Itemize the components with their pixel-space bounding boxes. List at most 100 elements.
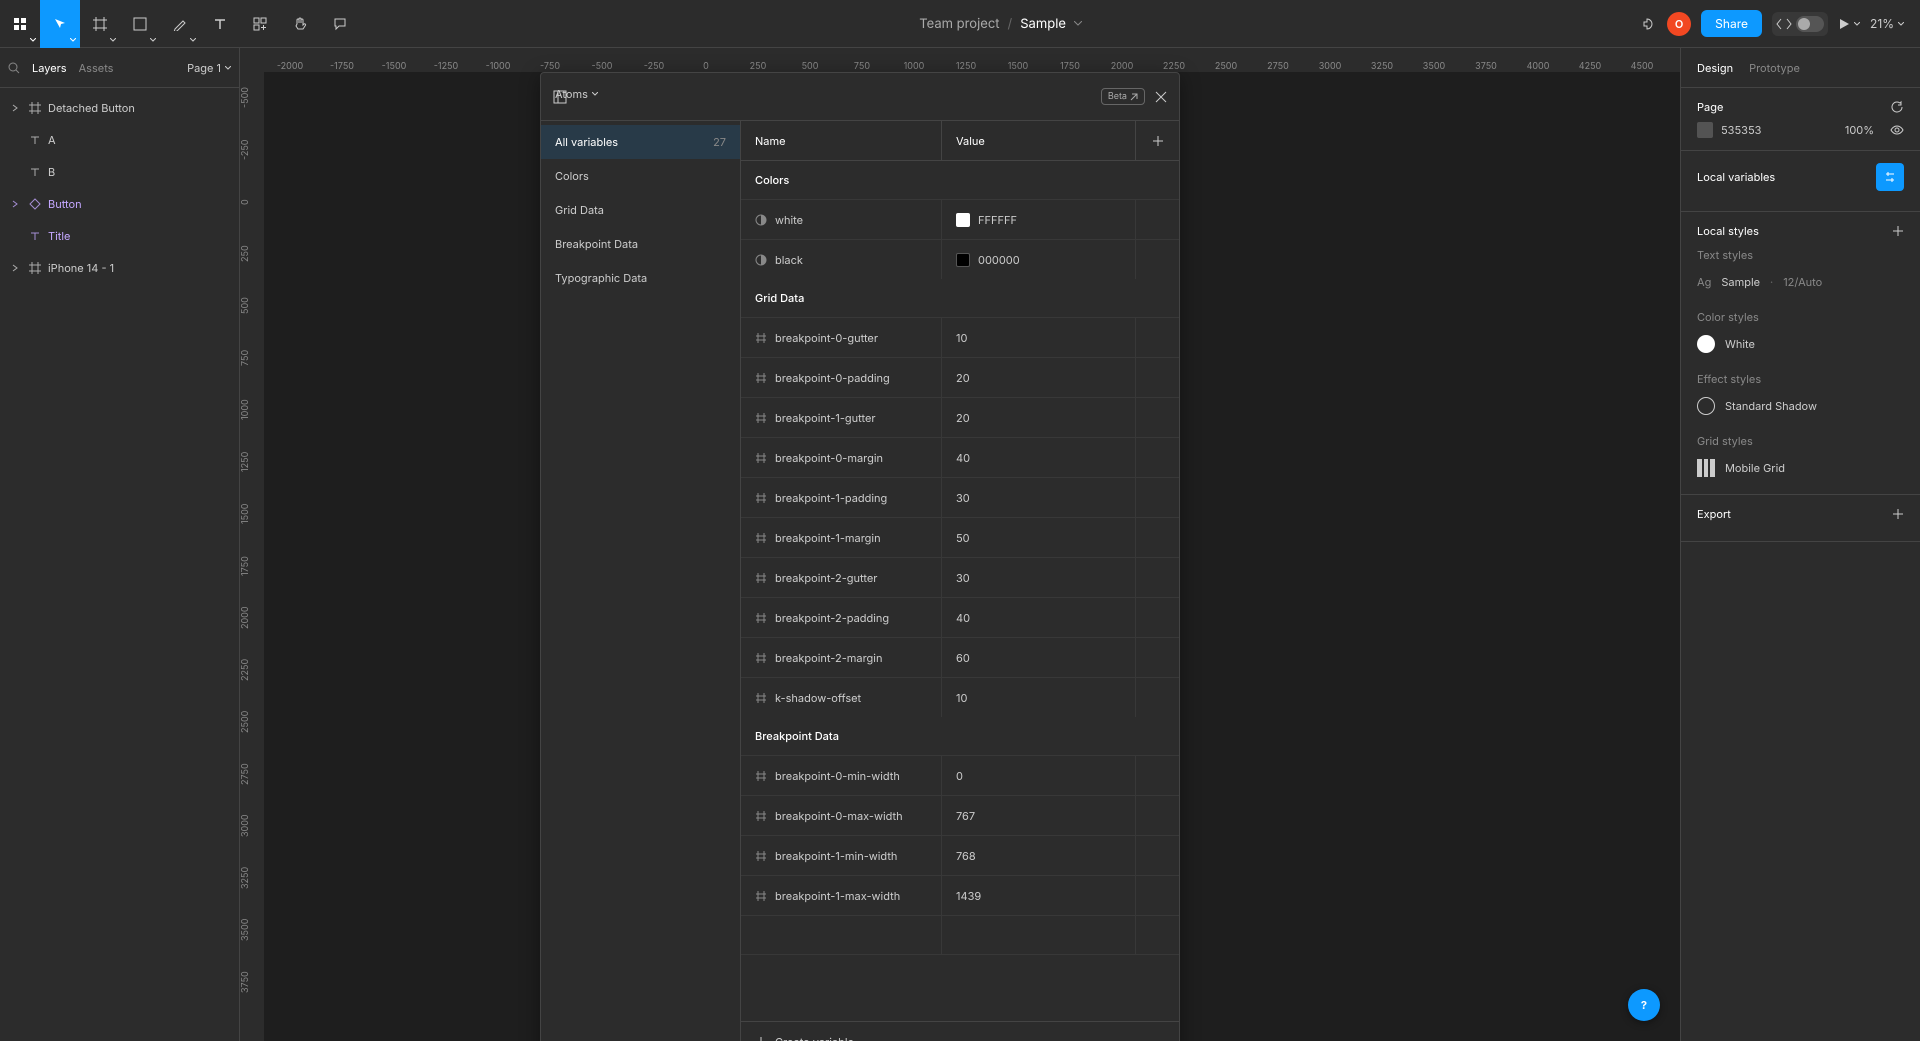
chevron-down-icon[interactable] xyxy=(1074,21,1082,26)
dev-mode-toggle[interactable] xyxy=(1772,12,1828,36)
help-button[interactable]: ? xyxy=(1628,989,1660,1021)
zoom-level[interactable]: 21% xyxy=(1870,16,1904,31)
variable-row[interactable]: breakpoint-0-margin40 xyxy=(741,437,1179,477)
variable-row[interactable]: breakpoint-0-padding20 xyxy=(741,357,1179,397)
page-bg-opacity[interactable]: 100% xyxy=(1845,123,1874,137)
variable-group-item[interactable]: Colors xyxy=(541,159,740,193)
export-label: Export xyxy=(1697,507,1731,521)
beta-badge[interactable]: Beta xyxy=(1101,88,1145,105)
layer-type-icon xyxy=(28,165,42,179)
variable-row[interactable]: breakpoint-1-max-width1439 xyxy=(741,875,1179,915)
layer-label: B xyxy=(48,165,55,179)
tab-layers[interactable]: Layers xyxy=(32,61,67,75)
add-export-button[interactable] xyxy=(1892,508,1904,520)
tab-prototype[interactable]: Prototype xyxy=(1749,61,1800,75)
layer-label: Title xyxy=(48,229,70,243)
page-selector[interactable]: Page 1 xyxy=(187,61,231,75)
collection-selector[interactable]: Atoms xyxy=(555,87,598,101)
resources-tool[interactable] xyxy=(240,0,280,48)
present-button[interactable] xyxy=(1838,18,1860,30)
layer-row[interactable]: B xyxy=(0,156,239,188)
variable-value: 20 xyxy=(956,371,970,385)
variable-row[interactable]: breakpoint-1-margin50 xyxy=(741,517,1179,557)
chevron-right-icon xyxy=(8,261,22,275)
variable-row[interactable]: breakpoint-0-min-width0 xyxy=(741,755,1179,795)
variable-group-item[interactable]: All variables27 xyxy=(541,125,740,159)
variable-row[interactable]: breakpoint-2-margin60 xyxy=(741,637,1179,677)
layer-label: Detached Button xyxy=(48,101,135,115)
variable-group-item[interactable]: Grid Data xyxy=(541,193,740,227)
layer-row[interactable]: Detached Button xyxy=(0,92,239,124)
shape-tool[interactable] xyxy=(120,0,160,48)
chevron-down-icon xyxy=(70,38,76,42)
variable-value: 10 xyxy=(956,691,967,705)
ruler-corner xyxy=(240,48,264,72)
variable-name: k-shadow-offset xyxy=(775,691,861,705)
number-type-icon xyxy=(755,572,767,584)
variable-row[interactable]: breakpoint-0-gutter10 xyxy=(741,317,1179,357)
pen-tool[interactable] xyxy=(160,0,200,48)
page-bg-swatch[interactable] xyxy=(1697,122,1713,138)
color-style-item[interactable]: White xyxy=(1697,330,1904,358)
chevron-down-icon xyxy=(190,38,196,42)
layer-row[interactable]: iPhone 14 - 1 xyxy=(0,252,239,284)
text-tool[interactable] xyxy=(200,0,240,48)
tab-assets[interactable]: Assets xyxy=(79,61,114,75)
number-type-icon xyxy=(755,412,767,424)
effect-style-item[interactable]: Standard Shadow xyxy=(1697,392,1904,420)
frame-tool[interactable] xyxy=(80,0,120,48)
variable-row[interactable]: breakpoint-0-max-width767 xyxy=(741,795,1179,835)
variable-group-item[interactable]: Breakpoint Data xyxy=(541,227,740,261)
layer-row[interactable]: A xyxy=(0,124,239,156)
variable-name: breakpoint-2-gutter xyxy=(775,571,877,585)
variable-name: breakpoint-1-padding xyxy=(775,491,887,505)
color-swatch xyxy=(956,213,970,227)
file-name[interactable]: Sample xyxy=(1020,16,1066,32)
text-style-item[interactable]: Ag Sample · 12/Auto xyxy=(1697,268,1904,296)
variable-row[interactable]: breakpoint-2-gutter30 xyxy=(741,557,1179,597)
variable-row[interactable]: k-shadow-offset 10 xyxy=(741,677,1179,717)
project-name[interactable]: Team project xyxy=(919,16,999,32)
variable-row[interactable]: whiteFFFFFF xyxy=(741,199,1179,239)
variables-settings-button[interactable] xyxy=(1876,163,1904,191)
search-icon[interactable] xyxy=(8,62,20,74)
variable-value: 60 xyxy=(956,651,970,665)
close-button[interactable] xyxy=(1155,91,1167,103)
layer-row[interactable]: Title xyxy=(0,220,239,252)
variable-row[interactable]: breakpoint-1-padding30 xyxy=(741,477,1179,517)
visibility-icon[interactable] xyxy=(1890,125,1904,135)
audio-icon[interactable] xyxy=(1641,16,1657,32)
add-column-button[interactable] xyxy=(1135,121,1179,160)
page-bg-hex[interactable]: 535353 xyxy=(1721,123,1761,137)
create-variable-button[interactable]: Create variable xyxy=(741,1021,1179,1041)
chevron-right-icon xyxy=(8,197,22,211)
variable-group-item[interactable]: Typographic Data xyxy=(541,261,740,295)
layer-row[interactable]: Button xyxy=(0,188,239,220)
main-menu-button[interactable] xyxy=(0,0,40,48)
column-header-value: Value xyxy=(941,121,1135,160)
column-header-name: Name xyxy=(741,121,941,160)
comment-tool[interactable] xyxy=(320,0,360,48)
share-button[interactable]: Share xyxy=(1701,10,1762,37)
number-type-icon xyxy=(755,810,767,822)
variable-row[interactable]: breakpoint-1-gutter20 xyxy=(741,397,1179,437)
text-styles-header: Text styles xyxy=(1697,248,1904,262)
avatar[interactable]: O xyxy=(1667,12,1691,36)
grid-style-item[interactable]: Mobile Grid xyxy=(1697,454,1904,482)
local-variables-label: Local variables xyxy=(1697,170,1775,184)
hand-tool[interactable] xyxy=(280,0,320,48)
variable-value: 20 xyxy=(956,411,970,425)
variable-name: breakpoint-0-max-width xyxy=(775,809,903,823)
layer-type-icon xyxy=(28,133,42,147)
toggle-switch[interactable] xyxy=(1796,16,1824,32)
chevron-right-icon xyxy=(8,101,22,115)
tab-design[interactable]: Design xyxy=(1697,61,1733,75)
variable-row[interactable]: breakpoint-2-padding40 xyxy=(741,597,1179,637)
layer-label: Button xyxy=(48,197,82,211)
variable-row[interactable]: breakpoint-1-min-width768 xyxy=(741,835,1179,875)
rotate-icon[interactable] xyxy=(1890,100,1904,114)
variable-value: 10 xyxy=(956,331,967,345)
add-style-button[interactable] xyxy=(1892,225,1904,237)
move-tool[interactable] xyxy=(40,0,80,48)
variable-row[interactable]: black000000 xyxy=(741,239,1179,279)
